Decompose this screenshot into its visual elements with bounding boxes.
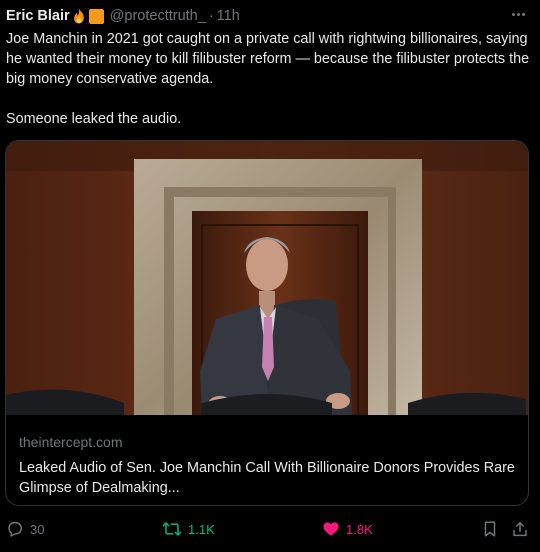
tweet[interactable]: Eric Blair @protecttruth_ · 11h Joe Manc… (0, 0, 540, 552)
more-icon[interactable] (508, 6, 528, 22)
action-bar: 30 1.1K 1.8K (0, 512, 540, 548)
link-card[interactable]: theintercept.com Leaked Audio of Sen. Jo… (5, 140, 529, 506)
like-icon (323, 522, 339, 536)
card-image[interactable] (6, 141, 528, 415)
retweet-button[interactable]: 1.1K (162, 520, 215, 538)
separator-dot: · (208, 8, 214, 24)
orange-square-emoji-icon (88, 8, 104, 24)
share-button[interactable] (511, 520, 529, 538)
bookmark-icon (484, 521, 496, 537)
card-meta[interactable]: theintercept.com Leaked Audio of Sen. Jo… (6, 415, 528, 505)
retweet-icon (162, 522, 182, 536)
reply-icon (8, 521, 23, 537)
timestamp[interactable]: 11h (217, 8, 240, 24)
reply-count: 30 (30, 521, 45, 537)
author-name[interactable]: Eric Blair (6, 8, 70, 24)
retweet-count: 1.1K (188, 521, 215, 537)
tweet-paragraph: Someone leaked the audio. (6, 111, 182, 127)
fire-emoji-icon (72, 8, 86, 24)
like-button[interactable]: 1.8K (322, 520, 373, 538)
tweet-header: Eric Blair @protecttruth_ · 11h (6, 5, 240, 27)
author-handle[interactable]: @protecttruth_ (110, 8, 206, 24)
tweet-text: Joe Manchin in 2021 got caught on a priv… (6, 29, 534, 129)
tweet-paragraph: Joe Manchin in 2021 got caught on a priv… (6, 31, 530, 87)
reply-button[interactable]: 30 (6, 520, 44, 538)
share-icon (513, 521, 527, 537)
card-title[interactable]: Leaked Audio of Sen. Joe Manchin Call Wi… (19, 458, 515, 498)
like-count: 1.8K (346, 521, 373, 537)
card-domain[interactable]: theintercept.com (19, 433, 515, 451)
bookmark-button[interactable] (482, 520, 498, 538)
